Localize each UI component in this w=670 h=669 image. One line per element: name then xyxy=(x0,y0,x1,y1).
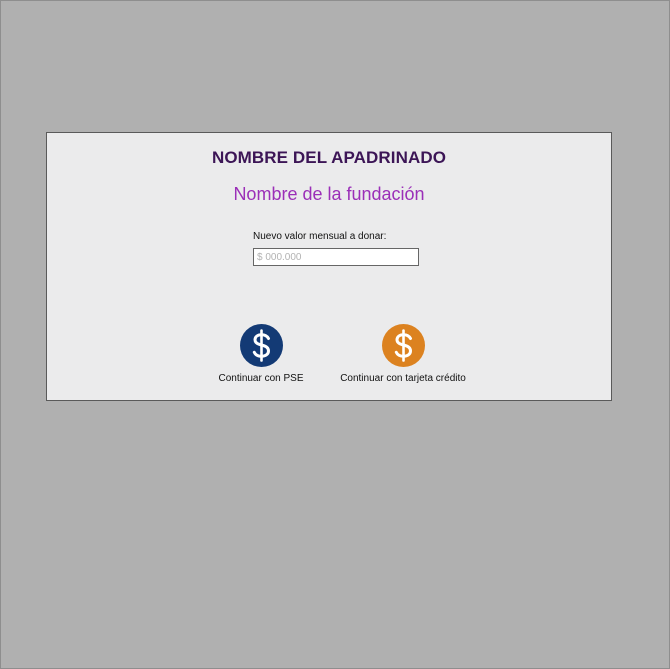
dollar-icon xyxy=(394,329,412,362)
pse-coin xyxy=(239,324,283,367)
dollar-icon xyxy=(252,329,270,362)
foundation-name-subtitle: Nombre de la fundación xyxy=(233,184,425,204)
sponsored-name-title: NOMBRE DEL APADRINADO xyxy=(211,148,447,167)
pse-label: Continuar con PSE xyxy=(218,373,304,384)
credit-card-label: Continuar con tarjeta crédito xyxy=(340,373,466,384)
continue-pse-button[interactable]: Continuar con PSE xyxy=(211,324,311,384)
donation-modal: NOMBRE DEL APADRINADO Nombre de la funda… xyxy=(46,132,612,401)
credit-card-coin xyxy=(381,324,425,367)
continue-credit-card-button[interactable]: Continuar con tarjeta crédito xyxy=(334,324,472,384)
amount-input[interactable] xyxy=(253,248,419,266)
amount-label: Nuevo valor mensual a donar: xyxy=(253,231,387,242)
